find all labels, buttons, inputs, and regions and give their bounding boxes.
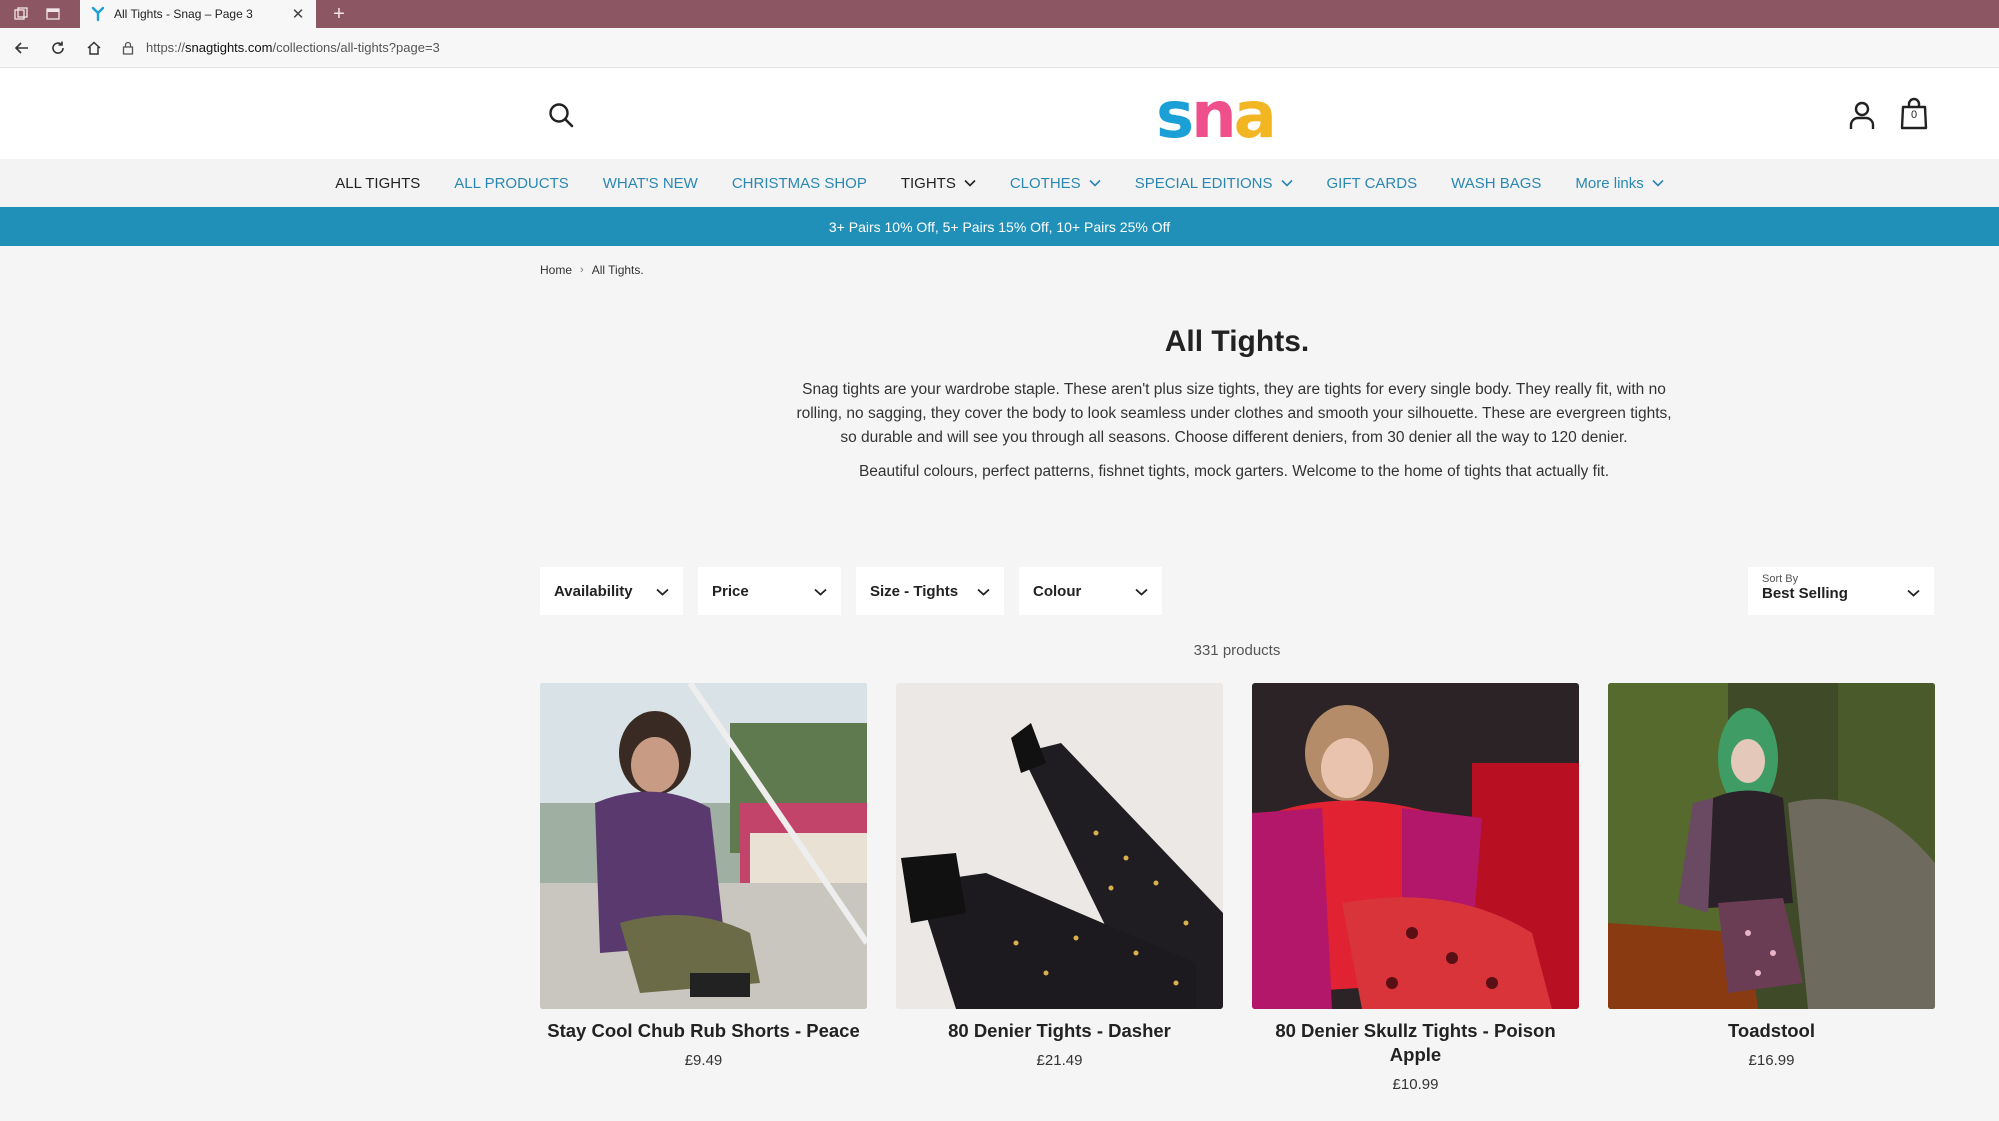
product-image[interactable]: [1608, 683, 1935, 1009]
logo-letter: s: [1156, 79, 1194, 153]
back-icon[interactable]: [8, 34, 36, 62]
account-icon[interactable]: [1847, 98, 1877, 132]
nav-item-christmas-shop[interactable]: CHRISTMAS SHOP: [732, 175, 867, 192]
chevron-down-icon: [1907, 584, 1920, 602]
tab-actions-icon[interactable]: [42, 3, 64, 25]
logo-letter: a: [1233, 79, 1277, 153]
chevron-down-icon: [964, 179, 976, 187]
reload-icon[interactable]: [44, 34, 72, 62]
collection-description: Snag tights are your wardrobe staple. Th…: [790, 378, 1678, 484]
breadcrumb-current: All Tights.: [591, 263, 644, 277]
description-paragraph: Beautiful colours, perfect patterns, fis…: [858, 463, 1610, 480]
product-card[interactable]: Toadstool £16.99: [1608, 683, 1935, 1093]
chevron-down-icon: [1135, 583, 1148, 600]
nav-item-gift-cards[interactable]: GIFT CARDS: [1327, 175, 1418, 192]
filter-availability[interactable]: Availability: [540, 567, 683, 615]
url-prefix: https://: [146, 40, 186, 55]
filter-size-tights[interactable]: Size - Tights: [856, 567, 1004, 615]
product-image[interactable]: [1252, 683, 1579, 1009]
url-host: snagtights.com: [185, 40, 273, 55]
filter-bar: Availability Price Size - Tights Colour: [540, 567, 1177, 615]
filter-price[interactable]: Price: [698, 567, 841, 615]
nav-item-special-editions[interactable]: SPECIAL EDITIONS: [1135, 175, 1293, 192]
product-price: £10.99: [1392, 1076, 1439, 1093]
sort-value: Best Selling: [1762, 585, 1848, 602]
browser-tab-bar: All Tights - Snag – Page 3 ✕ +: [0, 0, 1999, 28]
promo-banner: 3+ Pairs 10% Off, 5+ Pairs 15% Off, 10+ …: [0, 207, 1999, 246]
main-navigation: ALL TIGHTS ALL PRODUCTS WHAT'S NEW CHRIS…: [0, 159, 1999, 207]
nav-item-more-links[interactable]: More links: [1575, 174, 1664, 192]
product-image[interactable]: [540, 683, 867, 1009]
chevron-down-icon: [1280, 179, 1293, 187]
tab-close-icon[interactable]: ✕: [290, 5, 306, 23]
snag-logo[interactable]: snag: [1156, 76, 1316, 233]
chevron-down-icon: [656, 583, 669, 600]
chevron-down-icon: [977, 583, 990, 600]
nav-item-all-tights[interactable]: ALL TIGHTS: [335, 175, 420, 192]
promo-text: 3+ Pairs 10% Off, 5+ Pairs 15% Off, 10+ …: [828, 218, 1171, 235]
url-field[interactable]: https://snagtights.com/collections/all-t…: [122, 40, 440, 55]
nav-item-label: TIGHTS: [900, 174, 956, 192]
product-image[interactable]: [896, 683, 1223, 1009]
search-icon[interactable]: [544, 98, 578, 132]
filter-label: Size - Tights: [870, 582, 959, 600]
logo-letter: n: [1191, 79, 1237, 153]
product-count: 331 products: [1193, 642, 1281, 659]
nav-item-label: More links: [1575, 174, 1644, 192]
new-tab-icon[interactable]: +: [328, 3, 350, 26]
browser-address-bar: https://snagtights.com/collections/all-t…: [0, 28, 1999, 68]
lock-icon[interactable]: [122, 41, 134, 55]
nav-item-label: CHRISTMAS SHOP: [731, 174, 867, 192]
filter-label: Colour: [1033, 582, 1082, 600]
product-card[interactable]: Stay Cool Chub Rub Shorts - Peace £9.49: [540, 683, 867, 1093]
cart-button[interactable]: 0: [1896, 96, 1932, 132]
nav-item-label: GIFT CARDS: [1326, 174, 1418, 192]
product-name[interactable]: 80 Denier Skullz Tights - Poison Apple: [1252, 1019, 1579, 1067]
sort-select[interactable]: Sort By Best Selling: [1748, 567, 1934, 615]
product-price: £16.99: [1748, 1052, 1795, 1069]
nav-item-label: SPECIAL EDITIONS: [1134, 174, 1273, 192]
product-card[interactable]: 80 Denier Skullz Tights - Poison Apple £…: [1252, 683, 1579, 1093]
product-name[interactable]: Stay Cool Chub Rub Shorts - Peace: [540, 1019, 867, 1043]
breadcrumb: Home › All Tights.: [540, 263, 644, 277]
nav-item-tights[interactable]: TIGHTS: [901, 175, 976, 192]
nav-item-all-products[interactable]: ALL PRODUCTS: [454, 175, 568, 192]
chevron-right-icon: ›: [580, 264, 584, 276]
nav-item-label: WHAT'S NEW: [602, 174, 698, 192]
product-price: £9.49: [684, 1052, 723, 1069]
chevron-down-icon: [1089, 179, 1101, 187]
product-card[interactable]: 80 Denier Tights - Dasher £21.49: [896, 683, 1223, 1093]
tab-title: All Tights - Snag – Page 3: [114, 7, 253, 21]
product-name[interactable]: Toadstool: [1608, 1019, 1935, 1043]
nav-item-label: ALL TIGHTS: [335, 174, 421, 192]
sort-label: Sort By: [1762, 573, 1799, 585]
nav-item-wash-bags[interactable]: WASH BAGS: [1451, 175, 1541, 192]
workspaces-icon[interactable]: [10, 3, 32, 25]
url-path: /collections/all-tights?page=3: [272, 40, 440, 55]
snag-favicon-icon: [90, 6, 106, 22]
nav-item-label: ALL PRODUCTS: [454, 174, 569, 192]
chevron-down-icon: [814, 583, 827, 600]
browser-tab-active[interactable]: All Tights - Snag – Page 3 ✕: [80, 0, 316, 28]
site-header: snag 0: [0, 68, 1999, 233]
home-icon[interactable]: [80, 34, 108, 62]
filter-colour[interactable]: Colour: [1019, 567, 1162, 615]
filter-label: Price: [712, 582, 749, 600]
chevron-down-icon: [1652, 179, 1664, 187]
nav-item-label: CLOTHES: [1009, 174, 1081, 192]
nav-item-clothes[interactable]: CLOTHES: [1010, 175, 1101, 192]
product-price: £21.49: [1036, 1052, 1083, 1069]
cart-count: 0: [1910, 109, 1918, 121]
description-paragraph: Snag tights are your wardrobe staple. Th…: [796, 381, 1672, 446]
filter-label: Availability: [554, 582, 633, 600]
breadcrumb-home[interactable]: Home: [540, 263, 572, 277]
product-name[interactable]: 80 Denier Tights - Dasher: [896, 1019, 1223, 1043]
product-grid: Stay Cool Chub Rub Shorts - Peace £9.49 …: [540, 683, 1935, 1093]
nav-item-label: WASH BAGS: [1451, 174, 1542, 192]
page-title: All Tights.: [1164, 325, 1310, 358]
nav-item-whats-new[interactable]: WHAT'S NEW: [603, 175, 698, 192]
